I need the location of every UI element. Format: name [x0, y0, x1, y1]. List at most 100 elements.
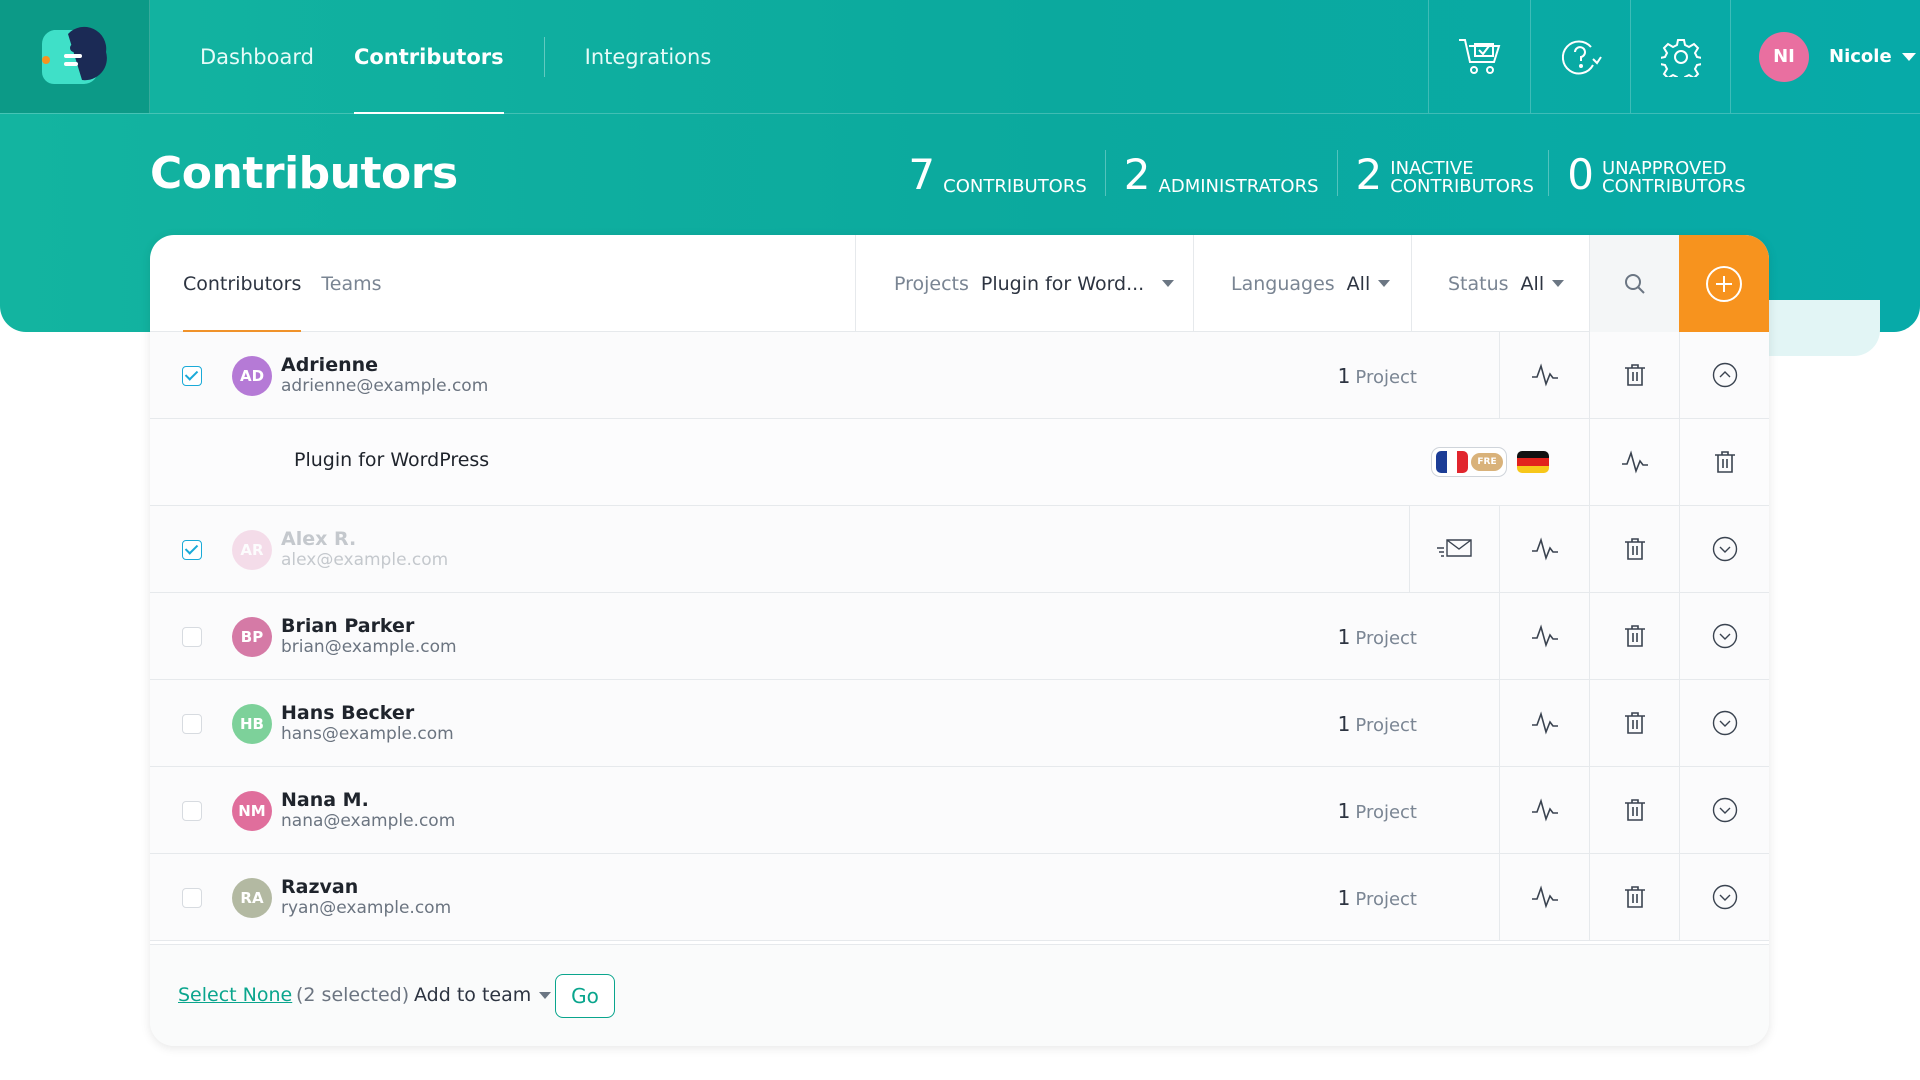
main-nav: Dashboard Contributors Integrations	[200, 0, 751, 114]
row-checkbox[interactable]	[182, 627, 202, 647]
help-icon	[1561, 39, 1602, 74]
stats-summary: 7 CONTRIBUTORS 2 ADMINISTRATORS 2 INACTI…	[890, 150, 1770, 196]
filter-label: Projects	[894, 272, 969, 295]
avatar: RA	[232, 878, 272, 918]
expand-button[interactable]	[1679, 680, 1769, 766]
user-menu[interactable]: NI Nicole	[1730, 0, 1920, 113]
activity-button[interactable]	[1499, 506, 1589, 592]
row-checkbox[interactable]	[182, 801, 202, 821]
activity-button[interactable]	[1499, 593, 1589, 679]
filter-bar: Contributors Teams Projects Plugin for W…	[150, 235, 1769, 333]
avatar: AR	[232, 530, 272, 570]
stat-inactive: 2 INACTIVE CONTRIBUTORS	[1336, 150, 1549, 199]
trash-icon	[1624, 712, 1645, 734]
select-none-link[interactable]: Select None	[178, 984, 292, 1006]
contributor-info: Nana M. nana@example.com	[281, 789, 455, 831]
activity-button[interactable]	[1499, 680, 1589, 766]
contributor-list: AD Adrienne adrienne@example.com 1 Projec…	[150, 332, 1769, 941]
chevron-down-circle-icon	[1712, 623, 1737, 649]
row-checkbox[interactable]	[182, 540, 202, 560]
stat-label: CONTRIBUTORS	[943, 176, 1087, 197]
contributor-info: Alex R. alex@example.com	[281, 528, 448, 570]
expand-button[interactable]	[1679, 767, 1769, 853]
search-button[interactable]	[1589, 235, 1679, 332]
activity-icon	[1531, 624, 1558, 648]
filter-value: Plugin for Word...	[980, 272, 1145, 295]
tabs: Contributors Teams	[183, 235, 402, 333]
send-mail-icon	[1436, 539, 1472, 557]
project-count-label: Project	[1355, 715, 1417, 736]
table-row: RA Razvan ryan@example.com 1 Project	[150, 854, 1769, 941]
nav-integrations[interactable]: Integrations	[585, 0, 712, 113]
activity-icon	[1531, 798, 1558, 822]
nav-contributors[interactable]: Contributors	[353, 0, 504, 114]
activity-button[interactable]	[1499, 332, 1589, 418]
trash-icon	[1624, 364, 1645, 386]
project-name: Plugin for WordPress	[294, 449, 490, 471]
activity-button[interactable]	[1589, 419, 1679, 505]
contributor-email: hans@example.com	[281, 724, 454, 744]
expand-button[interactable]	[1679, 506, 1769, 592]
row-checkbox[interactable]	[182, 888, 202, 908]
collapse-button[interactable]	[1679, 332, 1769, 418]
delete-button[interactable]	[1679, 419, 1769, 505]
selected-count: (2 selected)	[296, 984, 410, 1006]
status-filter[interactable]: Status All	[1411, 235, 1589, 332]
trash-icon	[1624, 625, 1645, 647]
project-count: 1 Project	[1338, 886, 1417, 910]
project-count-number: 1	[1337, 364, 1351, 388]
delete-button[interactable]	[1589, 680, 1679, 766]
go-button[interactable]: Go	[555, 974, 615, 1018]
contributor-info: Razvan ryan@example.com	[281, 876, 451, 918]
add-contributor-button[interactable]	[1679, 235, 1769, 332]
chevron-down-icon	[1378, 280, 1391, 287]
chevron-down-circle-icon	[1712, 536, 1737, 562]
filter-label: Status	[1448, 272, 1509, 295]
delete-button[interactable]	[1589, 767, 1679, 853]
activity-icon	[1531, 711, 1558, 735]
expand-button[interactable]	[1679, 854, 1769, 940]
activity-button[interactable]	[1499, 767, 1589, 853]
resend-invite-button[interactable]	[1409, 506, 1499, 592]
tab-teams[interactable]: Teams	[321, 235, 381, 332]
row-checkbox[interactable]	[182, 714, 202, 734]
chevron-down-icon	[1162, 280, 1175, 287]
row-checkbox[interactable]	[182, 366, 202, 386]
chevron-down-circle-icon	[1712, 797, 1737, 823]
nav-dashboard[interactable]: Dashboard	[200, 0, 314, 113]
chevron-down-icon	[1901, 52, 1916, 61]
activity-icon	[1531, 885, 1558, 909]
avatar: BP	[232, 617, 272, 657]
delete-button[interactable]	[1589, 332, 1679, 418]
filter-label: Languages	[1231, 272, 1335, 295]
project-count-number: 1	[1337, 886, 1351, 910]
shop-button[interactable]	[1428, 0, 1530, 113]
stat-label: INACTIVE CONTRIBUTORS	[1390, 158, 1534, 197]
germany-flag-icon[interactable]	[1517, 451, 1549, 473]
app-logo[interactable]	[0, 0, 150, 113]
delete-button[interactable]	[1589, 854, 1679, 940]
help-button[interactable]	[1530, 0, 1630, 113]
project-count: 1 Project	[1338, 712, 1417, 736]
table-row: NM Nana M. nana@example.com 1 Project	[150, 767, 1769, 854]
delete-button[interactable]	[1589, 506, 1679, 592]
delete-button[interactable]	[1589, 593, 1679, 679]
cart-icon	[1458, 38, 1500, 74]
contributor-name: Alex R.	[281, 528, 357, 550]
stat-number: 2	[1355, 150, 1383, 199]
add-to-team-dropdown[interactable]: Add to team	[414, 984, 552, 1006]
projects-filter[interactable]: Projects Plugin for Word...	[855, 235, 1193, 332]
expand-button[interactable]	[1679, 593, 1769, 679]
stat-label: ADMINISTRATORS	[1158, 176, 1319, 197]
filter-value: All	[1520, 272, 1545, 295]
settings-button[interactable]	[1630, 0, 1730, 113]
chevron-down-icon	[539, 991, 552, 999]
activity-button[interactable]	[1499, 854, 1589, 940]
french-language-pill[interactable]: FRE	[1431, 447, 1507, 477]
stat-administrators: 2 ADMINISTRATORS	[1104, 150, 1337, 197]
trash-icon	[1714, 451, 1735, 473]
tab-contributors[interactable]: Contributors	[183, 235, 302, 333]
languages-filter[interactable]: Languages All	[1193, 235, 1411, 332]
trash-icon	[1624, 886, 1645, 908]
avatar: NM	[232, 791, 272, 831]
